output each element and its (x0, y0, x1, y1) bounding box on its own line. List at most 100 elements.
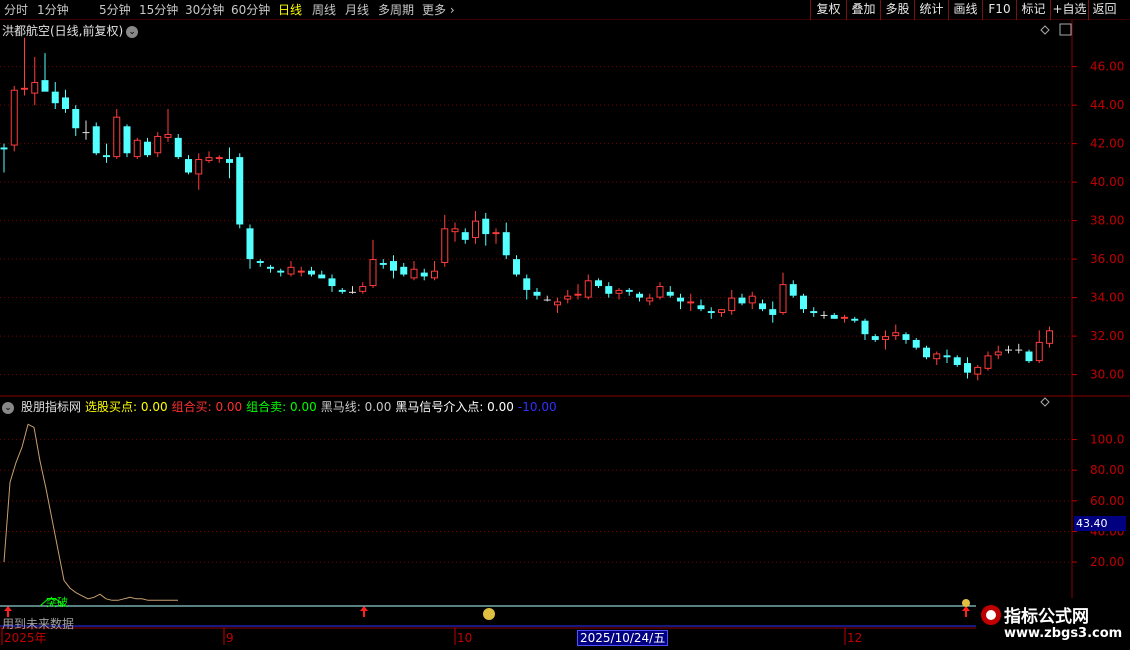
candle-body (830, 314, 838, 319)
candle-body (595, 280, 602, 287)
candle-body (267, 266, 274, 269)
candle-body (133, 139, 141, 158)
indicator-current-value: 43.40 (1074, 516, 1126, 531)
candle-body (646, 297, 654, 302)
candle-body (871, 336, 879, 340)
candle-body (748, 295, 756, 304)
candle-body (431, 270, 438, 279)
candle-body (912, 339, 920, 348)
candle-body (810, 311, 818, 314)
candle-body (195, 159, 203, 175)
candle-body (574, 293, 582, 296)
candle-body (994, 351, 1002, 356)
chart-canvas: 46.00 44.00 42.00 40.00 38.00 36.00 34.00 32.00… (0, 20, 1130, 645)
candle-body (933, 353, 941, 360)
candle-body (687, 301, 695, 304)
candle-body (472, 220, 479, 238)
price-tick-label: 38.00 (1090, 214, 1124, 228)
candle-body (615, 289, 623, 294)
indicator-value-3: 黑马线: 0.00 (320, 400, 392, 414)
candle-body (246, 228, 254, 260)
candle-body (482, 218, 490, 235)
x-axis-label: 10 (457, 631, 472, 645)
candle-body (92, 126, 100, 154)
candle-body (1025, 351, 1033, 362)
candle-body (41, 80, 49, 92)
candle-body (51, 91, 59, 104)
candle-body (543, 299, 551, 301)
candle-body (308, 270, 315, 275)
indicator-value-5: -10.00 (517, 400, 557, 414)
candle-body (554, 301, 561, 306)
candle-body (10, 89, 18, 146)
candle-body (328, 278, 336, 287)
candle-body (953, 357, 961, 365)
breakout-signal-label: 突破 (46, 595, 68, 609)
indicator-name: 股朋指标网 (21, 400, 82, 414)
indicator-chevron-icon[interactable]: ⌄ (2, 401, 14, 414)
future-data-hint: 用到未来数据 (2, 617, 75, 631)
candle-body (789, 284, 797, 296)
candle-body (502, 232, 510, 256)
candle-body (451, 228, 459, 233)
candle-body (420, 272, 428, 277)
indicator-tick-label: 80.00 (1090, 463, 1124, 477)
indicator-value-2: 组合卖: 0.00 (246, 400, 317, 414)
price-tick-label: 36.00 (1090, 252, 1124, 266)
candle-body (718, 309, 725, 314)
candle-body (72, 108, 80, 129)
watermark-logo-icon (981, 605, 1001, 625)
candle-body (318, 274, 326, 279)
candle-body (769, 309, 777, 315)
candle-body (943, 355, 951, 358)
candle-body (902, 334, 910, 340)
candle-body (882, 336, 889, 340)
candle-body (738, 297, 746, 304)
candle-body (677, 297, 684, 302)
candle-body (103, 155, 110, 158)
candle-body (31, 82, 39, 94)
candle-body (523, 278, 531, 290)
candle-body (349, 291, 356, 293)
candle-body (338, 289, 346, 292)
candle-body (964, 363, 971, 373)
candle-body (215, 157, 223, 160)
candle-body (564, 295, 572, 300)
candle-body (359, 286, 367, 292)
candle-body (1035, 341, 1043, 362)
candle-body (410, 268, 418, 279)
x-axis-label: 12 (847, 631, 862, 645)
money-bag-icon (962, 599, 970, 607)
candle-body (605, 286, 613, 294)
candle-body (984, 355, 992, 369)
indicator-title-bar: ⌄ 股朋指标网 选股买点: 0.00 组合买: 0.00 组合卖: 0.00 黑马线: 0… (2, 398, 561, 415)
buy-arrow-icon (962, 606, 970, 617)
price-tick-label: 32.00 (1090, 329, 1124, 343)
candle-body (441, 228, 449, 263)
candle-body (974, 366, 982, 375)
price-tick-label: 44.00 (1090, 98, 1124, 112)
indicator-diamond-icon (1040, 397, 1050, 407)
price-tick-label: 42.00 (1090, 137, 1124, 151)
candle-body (728, 297, 736, 312)
indicator-tick-label: 100.0 (1090, 433, 1124, 447)
candle-body (759, 303, 766, 310)
candle-body (62, 97, 69, 109)
money-bag-icon (483, 608, 495, 620)
indicator-curve (3, 423, 178, 601)
candle-body (1015, 349, 1023, 351)
candle-body (923, 347, 930, 358)
candle-body (144, 141, 151, 156)
price-tick-label: 34.00 (1090, 291, 1124, 305)
x-axis-label: 9 (226, 631, 234, 645)
candle-body (390, 261, 397, 271)
selected-date-box: 2025/10/24/五 (577, 630, 669, 646)
candle-body (861, 320, 869, 335)
candle-body (851, 318, 859, 321)
candle-body (625, 289, 633, 292)
candle-body (236, 157, 244, 225)
candle-body (533, 291, 541, 296)
candle-body (513, 259, 520, 275)
window-toggle-icon (1059, 23, 1072, 36)
indicator-value-4: 黑马信号介入点: 0.00 (395, 400, 514, 414)
